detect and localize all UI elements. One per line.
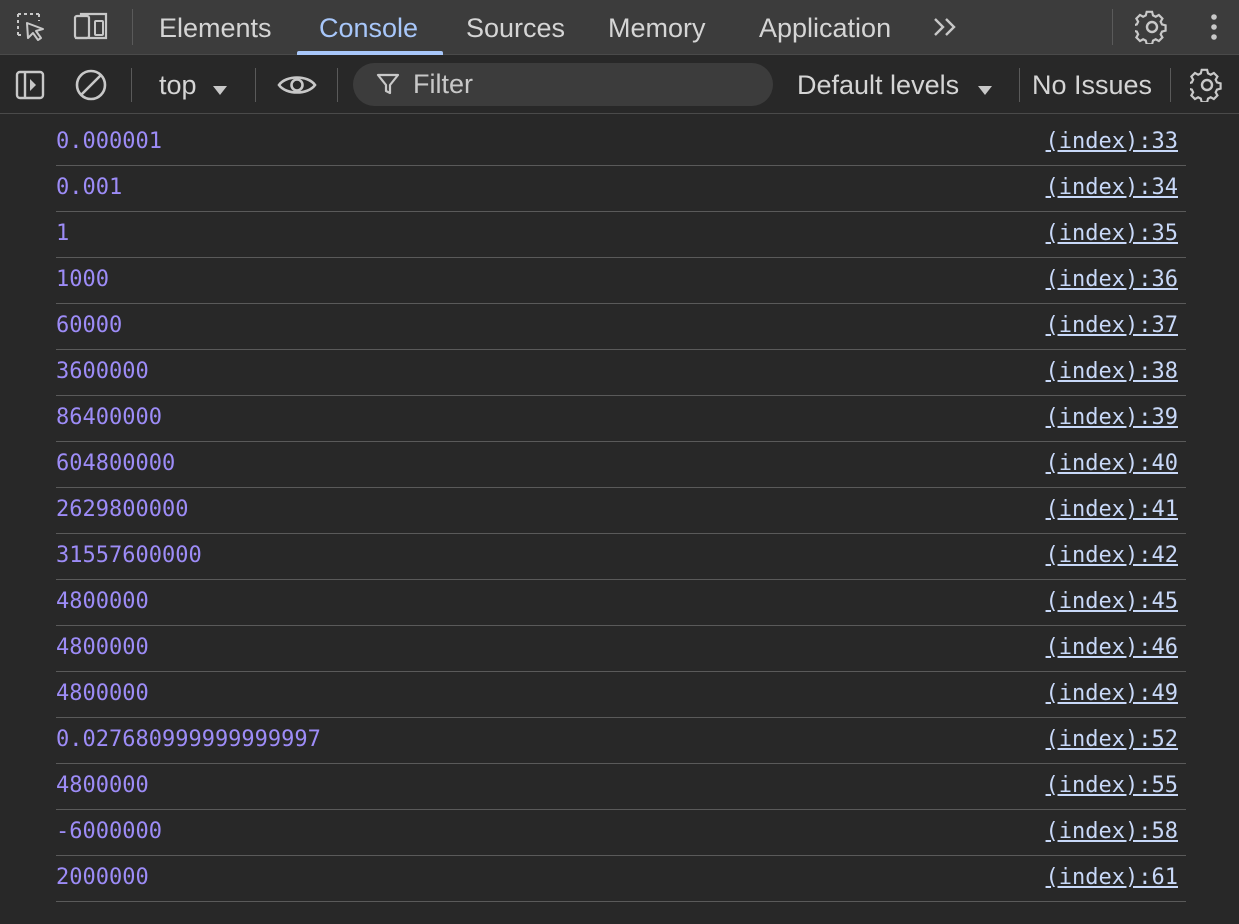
divider	[337, 68, 338, 102]
source-link[interactable]: (index):35	[1046, 221, 1178, 246]
active-tab-indicator	[297, 51, 443, 55]
source-link[interactable]: (index):36	[1046, 267, 1178, 292]
log-value: 86400000	[56, 405, 162, 430]
divider	[1019, 68, 1020, 102]
source-link[interactable]: (index):61	[1046, 865, 1178, 890]
console-message: 4800000 (index):55	[56, 764, 1186, 810]
log-levels-dropdown[interactable]: Default levels	[797, 56, 993, 116]
source-link[interactable]: (index):39	[1046, 405, 1178, 430]
console-toolbar: top Default levels No Issues	[0, 56, 1239, 114]
live-expression-eye-icon[interactable]	[276, 67, 318, 103]
chevron-down-icon	[212, 58, 228, 116]
log-value: 0.027680999999999997	[56, 727, 321, 752]
divider	[131, 68, 132, 102]
console-message: 31557600000 (index):42	[56, 534, 1186, 580]
console-output: 0.000001 (index):33 0.001 (index):34 1 (ind…	[0, 120, 1239, 902]
source-link[interactable]: (index):58	[1046, 819, 1178, 844]
log-value: 4800000	[56, 589, 149, 614]
console-message: 4800000 (index):46	[56, 626, 1186, 672]
log-value: 1000	[56, 267, 109, 292]
log-value: 2629800000	[56, 497, 189, 522]
source-link[interactable]: (index):34	[1046, 175, 1178, 200]
console-message: 2000000 (index):61	[56, 856, 1186, 902]
console-message: 60000 (index):37	[56, 304, 1186, 350]
log-value: 3600000	[56, 359, 149, 384]
source-link[interactable]: (index):40	[1046, 451, 1178, 476]
console-message: 1000 (index):36	[56, 258, 1186, 304]
levels-label: Default levels	[797, 70, 960, 100]
source-link[interactable]: (index):33	[1046, 129, 1178, 154]
console-message: 4800000 (index):49	[56, 672, 1186, 718]
log-value: 0.001	[56, 175, 123, 200]
console-message: 3600000 (index):38	[56, 350, 1186, 396]
tab-application[interactable]: Application	[759, 0, 891, 55]
divider	[1112, 9, 1113, 45]
console-message: 86400000 (index):39	[56, 396, 1186, 442]
source-link[interactable]: (index):55	[1046, 773, 1178, 798]
log-value: -6000000	[56, 819, 162, 844]
log-value: 31557600000	[56, 543, 202, 568]
console-message: 0.000001 (index):33	[56, 120, 1186, 166]
clear-console-icon[interactable]	[73, 67, 109, 103]
source-link[interactable]: (index):49	[1046, 681, 1178, 706]
issues-button[interactable]: No Issues	[1032, 56, 1152, 114]
context-label: top	[159, 70, 197, 100]
console-message: 0.001 (index):34	[56, 166, 1186, 212]
tab-memory[interactable]: Memory	[608, 0, 706, 55]
log-value: 0.000001	[56, 129, 162, 154]
source-link[interactable]: (index):52	[1046, 727, 1178, 752]
more-options-icon[interactable]	[1196, 10, 1232, 44]
tab-elements[interactable]: Elements	[159, 0, 272, 55]
log-value: 4800000	[56, 681, 149, 706]
log-value: 4800000	[56, 635, 149, 660]
console-message: 604800000 (index):40	[56, 442, 1186, 488]
divider	[132, 9, 133, 45]
device-toolbar-icon[interactable]	[73, 10, 109, 44]
console-message: 0.027680999999999997 (index):52	[56, 718, 1186, 764]
divider	[1170, 68, 1171, 102]
settings-gear-icon[interactable]	[1134, 10, 1170, 44]
sidebar-toggle-icon[interactable]	[12, 67, 48, 103]
log-value: 1	[56, 221, 70, 246]
source-link[interactable]: (index):42	[1046, 543, 1178, 568]
chevron-down-icon	[977, 58, 993, 116]
log-value: 60000	[56, 313, 123, 338]
source-link[interactable]: (index):38	[1046, 359, 1178, 384]
filter-funnel-icon	[375, 71, 401, 97]
divider	[255, 68, 256, 102]
console-message: 1 (index):35	[56, 212, 1186, 258]
console-message: 2629800000 (index):41	[56, 488, 1186, 534]
tab-console[interactable]: Console	[319, 0, 418, 55]
console-message: -6000000 (index):58	[56, 810, 1186, 856]
filter-input-container[interactable]	[353, 63, 773, 106]
tab-sources[interactable]: Sources	[466, 0, 565, 55]
source-link[interactable]: (index):37	[1046, 313, 1178, 338]
source-link[interactable]: (index):46	[1046, 635, 1178, 660]
filter-input[interactable]	[413, 63, 753, 106]
console-settings-gear-icon[interactable]	[1189, 67, 1225, 103]
log-value: 2000000	[56, 865, 149, 890]
console-message: 4800000 (index):45	[56, 580, 1186, 626]
source-link[interactable]: (index):45	[1046, 589, 1178, 614]
source-link[interactable]: (index):41	[1046, 497, 1178, 522]
more-tabs-icon[interactable]	[928, 10, 964, 44]
devtools-tab-bar: Elements Console Sources Memory Applicat…	[0, 0, 1239, 55]
log-value: 604800000	[56, 451, 176, 476]
context-selector[interactable]: top	[159, 56, 228, 116]
inspect-element-icon[interactable]	[13, 10, 49, 44]
log-value: 4800000	[56, 773, 149, 798]
